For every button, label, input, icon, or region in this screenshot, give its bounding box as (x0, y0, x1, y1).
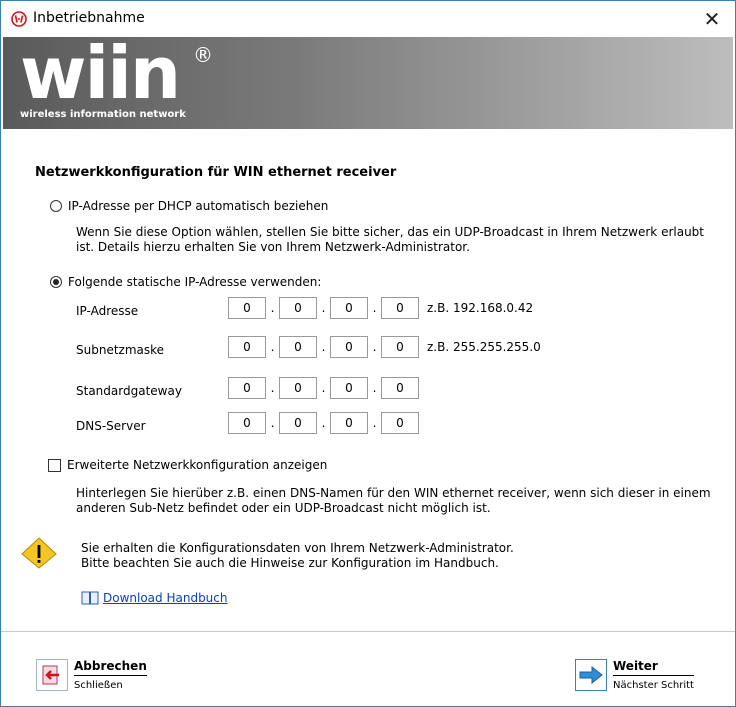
gateway-octet-4[interactable]: 0 (381, 377, 419, 399)
ip-address-octet-2[interactable]: 0 (279, 297, 317, 319)
ip-address-octet-1[interactable]: 0 (228, 297, 266, 319)
exit-icon (36, 659, 68, 691)
registered-mark: ® (193, 43, 213, 67)
dialog-window: Inbetriebnahme ✕ wiin ® wireless informa… (0, 0, 736, 707)
static-option[interactable]: Folgende statische IP-Adresse verwenden: (50, 275, 321, 289)
notice-text: Sie erhalten die Konfigurationsdaten von… (81, 541, 514, 571)
ip-address-octet-3[interactable]: 0 (330, 297, 368, 319)
gateway-octet-1[interactable]: 0 (228, 377, 266, 399)
cancel-button[interactable]: Abbrechen Schließen (36, 659, 147, 691)
notice-line: Bitte beachten Sie auch die Hinweise zur… (81, 556, 499, 570)
footer-divider (1, 631, 735, 632)
dhcp-hint-line: ist. Details hierzu erhalten Sie von Ihr… (76, 240, 470, 254)
ip-address-octet-4[interactable]: 0 (381, 297, 419, 319)
static-label: Folgende statische IP-Adresse verwenden: (68, 275, 322, 289)
arrow-right-icon (575, 659, 607, 691)
ip-address-input: 0. 0. 0. 0 z.B. 192.168.0.42 (228, 297, 533, 319)
dns-server-octet-2[interactable]: 0 (279, 412, 317, 434)
dhcp-hint-line: Wenn Sie diese Option wählen, stellen Si… (76, 225, 704, 239)
section-heading: Netzwerkkonfiguration für WIN ethernet r… (35, 165, 397, 180)
gateway-octet-2[interactable]: 0 (279, 377, 317, 399)
dns-server-octet-3[interactable]: 0 (330, 412, 368, 434)
cancel-sublabel: Schließen (74, 680, 123, 691)
subnet-mask-octet-2[interactable]: 0 (279, 336, 317, 358)
window-title: Inbetriebnahme (33, 10, 145, 26)
notice-line: Sie erhalten die Konfigurationsdaten von… (81, 541, 514, 555)
ip-address-example: z.B. 192.168.0.42 (427, 301, 534, 315)
dns-server-input: 0. 0. 0. 0 (228, 412, 419, 434)
extended-config-label: Erweiterte Netzwerkkonfiguration anzeige… (67, 458, 328, 472)
subnet-mask-label: Subnetzmaske (76, 343, 165, 357)
next-button[interactable]: Weiter Nächster Schritt (575, 659, 694, 691)
gateway-label: Standardgateway (76, 384, 182, 398)
dns-server-octet-1[interactable]: 0 (228, 412, 266, 434)
title-bar: Inbetriebnahme ✕ (1, 1, 735, 37)
next-label: Weiter (613, 659, 694, 676)
brand-banner: wiin ® wireless information network (3, 37, 733, 129)
subnet-mask-example: z.B. 255.255.255.0 (427, 340, 541, 354)
static-radio[interactable] (50, 276, 62, 288)
warning-icon (21, 537, 57, 569)
app-icon (11, 11, 27, 27)
dns-server-label: DNS-Server (76, 419, 146, 433)
gateway-input: 0. 0. 0. 0 (228, 377, 419, 399)
extended-hint-line: Hinterlegen Sie hierüber z.B. einen DNS-… (76, 486, 711, 500)
ip-address-label: IP-Adresse (76, 304, 139, 318)
close-button[interactable]: ✕ (689, 1, 735, 37)
brand-logo: wiin (20, 37, 181, 115)
close-icon: ✕ (703, 7, 721, 31)
gateway-octet-3[interactable]: 0 (330, 377, 368, 399)
extended-hint-line: anderen Sub-Netz befindet oder ein UDP-B… (76, 501, 491, 515)
dhcp-label: IP-Adresse per DHCP automatisch beziehen (68, 199, 329, 213)
download-manual-link[interactable]: Download Handbuch (81, 591, 228, 605)
extended-config-checkbox[interactable] (48, 458, 61, 472)
brand-tagline: wireless information network (20, 109, 186, 120)
extended-config-option[interactable]: Erweiterte Netzwerkkonfiguration anzeige… (48, 458, 327, 472)
cancel-label: Abbrechen (74, 659, 147, 676)
subnet-mask-input: 0. 0. 0. 0 z.B. 255.255.255.0 (228, 336, 541, 358)
subnet-mask-octet-3[interactable]: 0 (330, 336, 368, 358)
dhcp-hint: Wenn Sie diese Option wählen, stellen Si… (76, 225, 704, 255)
subnet-mask-octet-1[interactable]: 0 (228, 336, 266, 358)
extended-config-hint: Hinterlegen Sie hierüber z.B. einen DNS-… (76, 486, 711, 516)
next-sublabel: Nächster Schritt (613, 680, 694, 691)
dns-server-octet-4[interactable]: 0 (381, 412, 419, 434)
dhcp-radio[interactable] (50, 200, 62, 212)
book-icon (81, 591, 99, 605)
subnet-mask-octet-4[interactable]: 0 (381, 336, 419, 358)
dhcp-option[interactable]: IP-Adresse per DHCP automatisch beziehen (50, 199, 328, 213)
download-manual-label: Download Handbuch (103, 591, 228, 605)
